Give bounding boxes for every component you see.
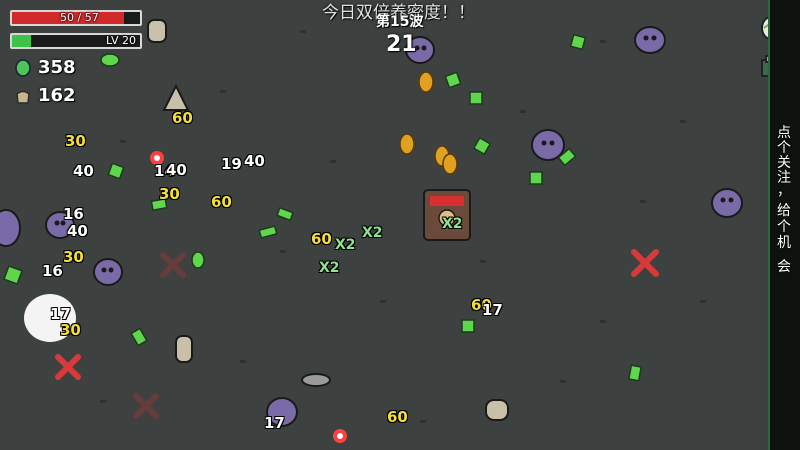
bag-counter: 162	[14, 85, 76, 106]
damage-number: 17	[482, 301, 503, 319]
level-text: LV 20	[106, 34, 136, 47]
damage-number: 40	[244, 152, 265, 170]
damage-number: 17	[264, 414, 285, 432]
damage-number: 30	[159, 185, 180, 203]
materials-count: 358	[38, 57, 76, 78]
stream-sidebar: 点 个 关 注 ， 给 个 机 会	[768, 0, 800, 450]
sidebar-char: ，	[777, 183, 791, 199]
multiplier-label: X2	[362, 225, 383, 241]
player-character	[423, 189, 471, 241]
hp-bar: 50 / 57	[10, 10, 142, 26]
material-icon	[15, 58, 31, 77]
sidebar-char: 会	[777, 259, 791, 275]
damage-number: 40	[166, 161, 187, 179]
xp-bar-fill	[12, 35, 32, 47]
damage-number: 19	[221, 155, 242, 173]
game-arena	[0, 0, 800, 450]
bag-icon	[16, 90, 30, 104]
damage-number: 16	[42, 262, 63, 280]
damage-number: 40	[67, 222, 88, 240]
damage-number: 30	[63, 248, 84, 266]
multiplier-label: X2	[442, 216, 463, 232]
hp-text: 50 / 57	[60, 11, 99, 24]
multiplier-label: X2	[319, 260, 340, 276]
multiplier-label: X2	[335, 237, 356, 253]
damage-number: 16	[63, 205, 84, 223]
wave-timer: 21	[386, 32, 417, 57]
damage-number: 60	[387, 408, 408, 426]
damage-number: 30	[65, 132, 86, 150]
damage-number: 30	[60, 321, 81, 339]
sidebar-char: 机	[777, 235, 791, 251]
materials-counter: 358	[14, 57, 76, 78]
wave-label: 第15波	[376, 14, 424, 30]
xp-bar: LV 20	[10, 33, 142, 49]
bag-count: 162	[38, 85, 76, 106]
damage-number: 40	[73, 162, 94, 180]
damage-number: 60	[211, 193, 232, 211]
multiplier-label: 60	[311, 230, 332, 248]
damage-number: 60	[172, 109, 193, 127]
